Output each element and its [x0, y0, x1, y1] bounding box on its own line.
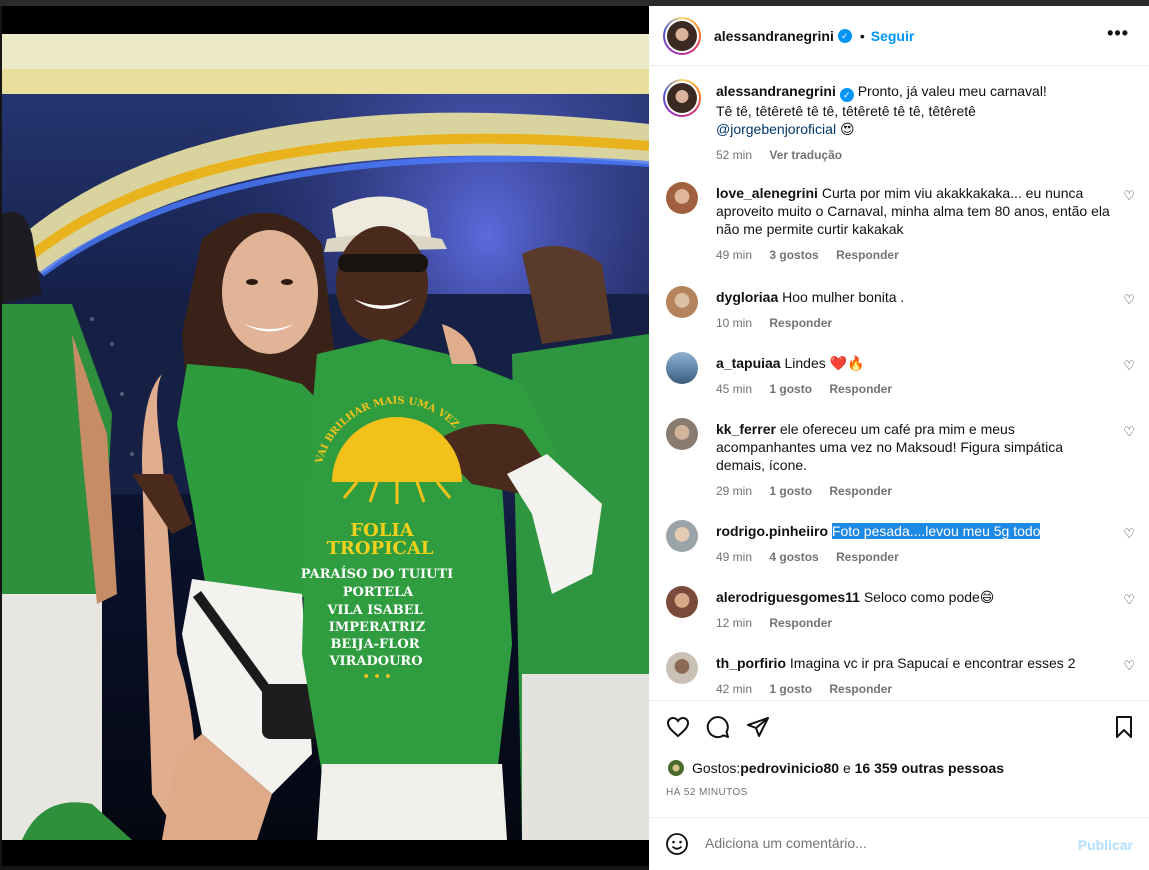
reply-button[interactable]: Responder — [836, 550, 899, 564]
caption-line-2: Tê tê, têtêretê tê tê, têtêretê tê tê, t… — [716, 103, 976, 119]
like-comment-heart-icon[interactable]: ♡ — [1123, 592, 1135, 608]
verified-badge-icon: ✓ — [839, 88, 854, 102]
shirt-dots: • • • — [363, 670, 392, 683]
shirt-line-beija-flor: BEIJA-FLOR — [330, 637, 419, 652]
caption-username[interactable]: alessandranegrini — [716, 83, 836, 99]
comment-time: 12 min — [716, 616, 753, 630]
comment-time: 29 min — [716, 484, 753, 498]
comment-likes[interactable]: 4 gostos — [769, 550, 818, 564]
commenter-avatar[interactable] — [666, 652, 698, 684]
comment-likes[interactable]: 1 gosto — [769, 682, 812, 696]
post-photo-pane: VAI BRILHAR MAIS UMA VEZ FOLIA TROPICAL … — [2, 6, 649, 866]
commenter-avatar[interactable] — [666, 182, 698, 214]
photo-illustration: VAI BRILHAR MAIS UMA VEZ FOLIA TROPICAL … — [2, 34, 649, 840]
like-comment-heart-icon[interactable]: ♡ — [1123, 358, 1135, 374]
comment-text: Imagina vc ir pra Sapucaí e encontrar es… — [789, 655, 1076, 671]
shirt-line-tropical: TROPICAL — [327, 538, 434, 559]
more-options-icon[interactable]: ••• — [1107, 24, 1129, 42]
likes-summary: Gostos: pedrovinicio80 e 16 359 outras p… — [666, 758, 1004, 778]
comment-input[interactable] — [705, 835, 1045, 851]
caption-author-avatar[interactable] — [663, 79, 701, 117]
shirt-line-viradouro: VIRADOURO — [328, 654, 422, 669]
reply-button[interactable]: Responder — [829, 682, 892, 696]
author-avatar[interactable] — [663, 16, 701, 55]
like-heart-icon[interactable] — [666, 715, 690, 739]
comment-username[interactable]: alerodriguesgomes11 — [716, 589, 860, 605]
commenter-avatar[interactable] — [666, 352, 698, 384]
reply-button[interactable]: Responder — [769, 316, 832, 330]
reply-button[interactable]: Responder — [829, 484, 892, 498]
like-comment-heart-icon[interactable]: ♡ — [1123, 526, 1135, 542]
liker-username[interactable]: pedrovinicio80 — [740, 760, 839, 776]
follow-button[interactable]: Seguir — [871, 28, 915, 44]
comment-likes[interactable]: 1 gosto — [769, 382, 812, 396]
comment-username[interactable]: a_tapuiaa — [716, 355, 781, 371]
comment-text: Foto pesada....levou meu 5g todo — [831, 523, 1041, 539]
caption-line-1: Pronto, já valeu meu carnaval! — [857, 83, 1047, 99]
comment-text: Seloco como pode😄 — [863, 589, 995, 605]
like-comment-heart-icon[interactable]: ♡ — [1123, 188, 1135, 204]
comment-text: Hoo mulher bonita . — [782, 289, 905, 305]
save-bookmark-icon[interactable] — [1112, 715, 1136, 739]
post-photo[interactable]: VAI BRILHAR MAIS UMA VEZ FOLIA TROPICAL … — [2, 34, 649, 840]
shirt-line-vila-isabel: VILA ISABEL — [326, 603, 423, 618]
add-comment-bar: Publicar — [649, 817, 1149, 870]
emoji-smiley-icon[interactable] — [665, 832, 689, 856]
comment-time: 49 min — [716, 550, 753, 564]
comment-username[interactable]: th_porfirio — [716, 655, 786, 671]
like-comment-heart-icon[interactable]: ♡ — [1123, 658, 1135, 674]
post-header: alessandranegrini ✓ • Seguir ••• — [649, 6, 1149, 66]
caption-emoji: 😍 — [839, 121, 855, 137]
comment-username[interactable]: love_alenegrini — [716, 185, 818, 201]
shirt-line-tuiuti: PARAÍSO DO TUIUTI — [301, 566, 453, 582]
avatar-image — [667, 83, 697, 113]
comment-time: 42 min — [716, 682, 753, 696]
like-comment-heart-icon[interactable]: ♡ — [1123, 292, 1135, 308]
comment-time: 49 min — [716, 248, 753, 262]
commenter-avatar[interactable] — [666, 418, 698, 450]
comment-likes[interactable]: 1 gosto — [769, 484, 812, 498]
shirt-line-portela: PORTELA — [343, 585, 414, 600]
comment-time: 45 min — [716, 382, 753, 396]
comment-time: 10 min — [716, 316, 753, 330]
comment-likes[interactable]: 3 gostos — [769, 248, 818, 262]
commenter-avatar[interactable] — [666, 520, 698, 552]
verified-badge-icon: ✓ — [837, 28, 852, 43]
comment-text: Lindes ❤️🔥 — [784, 355, 865, 371]
liker-avatar — [666, 758, 686, 778]
reply-button[interactable]: Responder — [836, 248, 899, 262]
likes-others-link[interactable]: 16 359 outras pessoas — [855, 760, 1004, 776]
caption-mention-link[interactable]: @jorgebenjoroficial — [716, 121, 836, 137]
comment-bubble-icon[interactable] — [706, 715, 730, 739]
share-send-icon[interactable] — [746, 715, 770, 739]
likes-prefix: Gostos: — [692, 760, 741, 776]
caption-time: 52 min — [716, 148, 753, 162]
publish-button[interactable]: Publicar — [1078, 837, 1133, 853]
comment-username[interactable]: kk_ferrer — [716, 421, 776, 437]
avatar-image — [667, 20, 697, 51]
post-time-ago: HÁ 52 MINUTOS — [666, 787, 748, 798]
see-translation-button[interactable]: Ver tradução — [769, 148, 842, 162]
post-side-panel: alessandranegrini ✓ • Seguir ••• alessan… — [649, 6, 1149, 870]
shirt-line-imperatriz: IMPERATRIZ — [329, 620, 426, 635]
commenter-avatar[interactable] — [666, 286, 698, 318]
header-separator: • — [859, 27, 865, 44]
like-comment-heart-icon[interactable]: ♡ — [1123, 424, 1135, 440]
reply-button[interactable]: Responder — [829, 382, 892, 396]
instagram-post-window: VAI BRILHAR MAIS UMA VEZ FOLIA TROPICAL … — [0, 0, 1149, 870]
likes-conjunction: e — [839, 760, 855, 776]
author-username[interactable]: alessandranegrini — [714, 28, 834, 44]
comment-username[interactable]: dygloriaa — [716, 289, 778, 305]
comments-list[interactable]: alessandranegrini ✓ Pronto, já valeu meu … — [649, 67, 1149, 699]
reply-button[interactable]: Responder — [769, 616, 832, 630]
commenter-avatar[interactable] — [666, 586, 698, 618]
comment-username[interactable]: rodrigo.pinheiiro — [716, 523, 828, 539]
